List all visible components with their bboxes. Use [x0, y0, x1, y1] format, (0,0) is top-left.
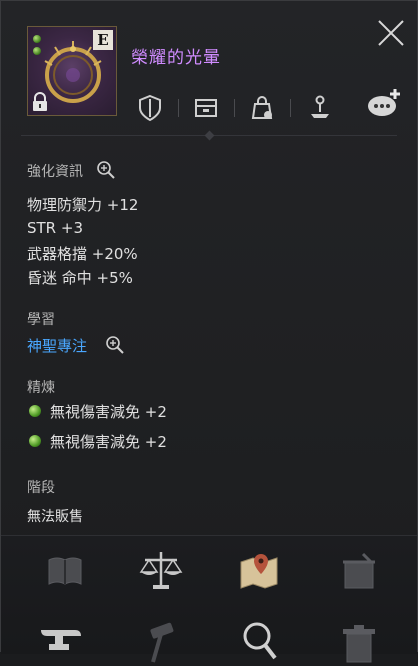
- anvil-icon[interactable]: [39, 622, 83, 666]
- socket-gem-icon: [33, 47, 41, 55]
- scales-icon[interactable]: [139, 548, 183, 592]
- shield-icon: [139, 94, 161, 122]
- action-bar: [1, 535, 417, 663]
- divider: [234, 99, 235, 117]
- stat-line: 物理防禦力 +12: [27, 196, 139, 214]
- refine-entry: 無視傷害減免 +2: [50, 433, 167, 451]
- magnifier-plus-icon[interactable]: [105, 335, 125, 355]
- refine-title: 精煉: [27, 380, 55, 396]
- grade-badge: E: [93, 30, 113, 50]
- socket-gem-icon: [33, 35, 41, 43]
- divider-ornament: [204, 130, 215, 141]
- map-pin-icon[interactable]: [237, 550, 281, 594]
- divider: [290, 99, 291, 117]
- item-tooltip-panel: E 榮耀的光暈 強化資訊 物理防禦力 +12 STR +3 武器格擋 +20% …: [0, 0, 418, 663]
- bag-icon: [251, 96, 273, 119]
- divider: [178, 99, 179, 117]
- magnifier-icon[interactable]: [237, 618, 281, 662]
- lock-icon[interactable]: [31, 92, 49, 112]
- storage-box-icon: [195, 99, 217, 117]
- enhance-info-title: 強化資訊: [27, 164, 83, 180]
- book-icon[interactable]: [43, 550, 87, 594]
- stat-line: STR +3: [27, 219, 83, 237]
- refine-entry: 無視傷害減免 +2: [50, 403, 167, 421]
- refine-gem-icon: [29, 405, 41, 417]
- stat-line: 昏迷 命中 +5%: [27, 269, 133, 287]
- refine-gem-icon: [29, 435, 41, 447]
- learning-title: 學習: [27, 312, 55, 328]
- stage-value: 無法販售: [27, 509, 83, 525]
- trash-bag-icon[interactable]: [337, 550, 381, 594]
- figure-pedestal-icon: [311, 95, 329, 118]
- close-icon[interactable]: [375, 17, 407, 49]
- skill-link[interactable]: 神聖專注: [27, 335, 87, 356]
- magnifier-plus-icon[interactable]: [96, 160, 116, 180]
- item-image: E: [27, 26, 117, 116]
- item-attribute-icons: [131, 89, 411, 124]
- stat-line: 武器格擋 +20%: [27, 245, 138, 263]
- chat-plus-icon[interactable]: [365, 86, 403, 120]
- stage-title: 階段: [27, 480, 55, 496]
- item-name: 榮耀的光暈: [131, 48, 221, 68]
- trash-can-icon[interactable]: [337, 622, 381, 666]
- hammer-icon[interactable]: [139, 622, 183, 666]
